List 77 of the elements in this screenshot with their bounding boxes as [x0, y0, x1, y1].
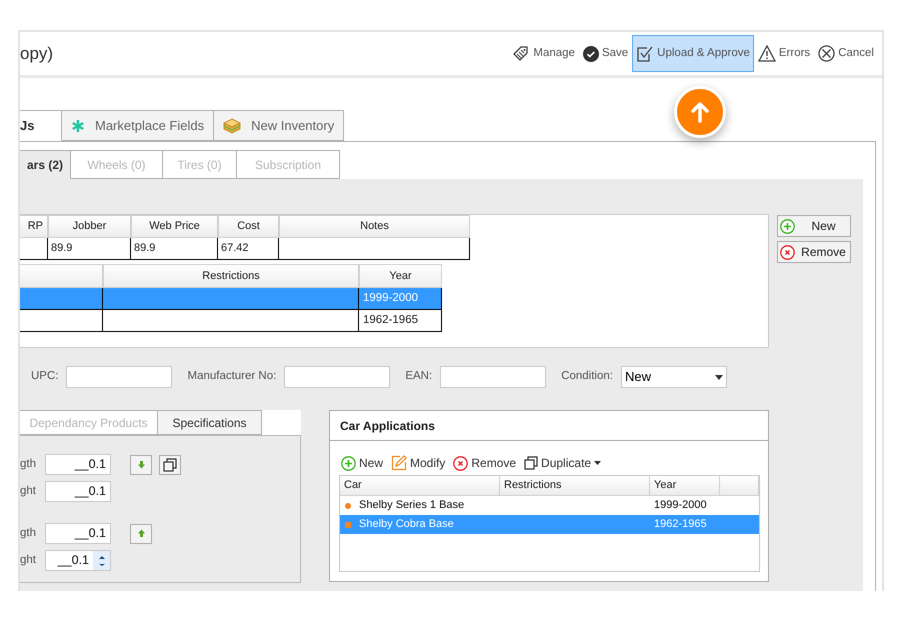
- input-field[interactable]: [66, 366, 172, 388]
- toolbar-button[interactable]: Errors: [754, 35, 814, 72]
- remove-circle-icon: [780, 244, 795, 260]
- toolbar-button[interactable]: Manage: [508, 35, 579, 72]
- table-cell-text: Shelby Series 1 Base: [359, 498, 464, 514]
- column-header: Jobber: [48, 215, 131, 238]
- field-label: Manufacturer No:: [187, 369, 276, 384]
- number-field[interactable]: __0.1: [45, 550, 111, 571]
- column-header: Cost: [218, 215, 279, 238]
- column-header: Year: [650, 476, 720, 496]
- up-arrow-icon: [136, 529, 146, 538]
- toolbar-button[interactable]: Cancel: [814, 35, 878, 72]
- table-cell-text: Shelby Cobra Base: [359, 517, 454, 532]
- action-button[interactable]: Remove: [777, 241, 851, 263]
- tab[interactable]: Marketplace Fields: [61, 110, 214, 141]
- table-cell: 89.9: [131, 238, 218, 260]
- condition-dropdown[interactable]: New: [620, 366, 727, 388]
- panel-title: Car Applications: [330, 411, 768, 441]
- dropdown-caret-icon: [714, 374, 723, 380]
- toolbar-button[interactable]: Modify: [391, 454, 446, 472]
- cancel-icon: [818, 45, 836, 62]
- toolbar-button[interactable]: Remove: [453, 454, 516, 472]
- move-down-button[interactable]: [130, 454, 152, 474]
- input-field[interactable]: [284, 366, 390, 388]
- number-field[interactable]: __0.1: [45, 481, 111, 502]
- spinner-icon: [98, 554, 104, 566]
- tab[interactable]: ars (2): [20, 150, 71, 179]
- column-header: Notes: [279, 215, 470, 238]
- field-label: gth: [20, 526, 37, 541]
- table-cell-text: 1999-2000: [653, 498, 707, 514]
- action-button[interactable]: New: [777, 215, 851, 237]
- toolbar-button[interactable]: Upload & Approve: [632, 35, 754, 72]
- up-arrow-button[interactable]: [674, 86, 726, 138]
- table-row[interactable]: 1962-1965: [20, 310, 442, 332]
- table-cell: 67.42: [218, 238, 279, 260]
- plus-circle-icon: [341, 456, 356, 470]
- column-header: RP: [20, 215, 48, 238]
- table-cell: 89.9: [48, 238, 131, 260]
- column-header: Year: [359, 264, 442, 288]
- toolbar-button[interactable]: Duplicate: [524, 454, 602, 472]
- field-label: EAN:: [405, 369, 432, 384]
- box-icon: [223, 118, 242, 134]
- table-cell: [20, 238, 48, 260]
- field-label: ght: [20, 552, 37, 568]
- column-header: Restrictions: [500, 476, 650, 496]
- copy-icon: [163, 458, 177, 472]
- field-label: ght: [20, 484, 37, 499]
- field-label: Condition:: [561, 369, 613, 384]
- tab[interactable]: Js: [20, 110, 62, 141]
- down-arrow-icon: [136, 460, 146, 469]
- move-up-button[interactable]: [130, 524, 152, 544]
- warning-icon: [758, 45, 776, 62]
- asterisk-icon: [71, 118, 85, 132]
- copy-button[interactable]: [159, 454, 181, 474]
- copy-icon: [524, 456, 538, 470]
- column-header: Restrictions: [103, 264, 359, 288]
- checkbox-icon: [636, 44, 654, 62]
- up-arrow-icon: [690, 101, 710, 123]
- plus-circle-icon: [780, 218, 795, 234]
- tab[interactable]: Specifications: [157, 410, 262, 435]
- number-field[interactable]: __0.1: [45, 523, 111, 544]
- window-title: opy): [20, 42, 54, 65]
- pencil-icon: [391, 455, 408, 471]
- table-cell-text: 1962-1965: [653, 517, 707, 532]
- column-header: Car: [340, 476, 500, 496]
- column-header: Web Price: [131, 215, 218, 238]
- tab[interactable]: New Inventory: [213, 110, 344, 141]
- tag-icon: [512, 44, 530, 62]
- input-field[interactable]: [440, 366, 546, 388]
- table-cell: 1962-1965: [359, 310, 442, 332]
- toolbar-button[interactable]: New: [341, 454, 384, 472]
- check-circle-icon: [582, 46, 599, 62]
- toolbar-button[interactable]: Save: [578, 35, 632, 72]
- field-label: UPC:: [31, 369, 58, 384]
- number-field[interactable]: __0.1: [45, 454, 111, 475]
- remove-circle-icon: [453, 456, 468, 470]
- field-label: gth: [20, 456, 37, 472]
